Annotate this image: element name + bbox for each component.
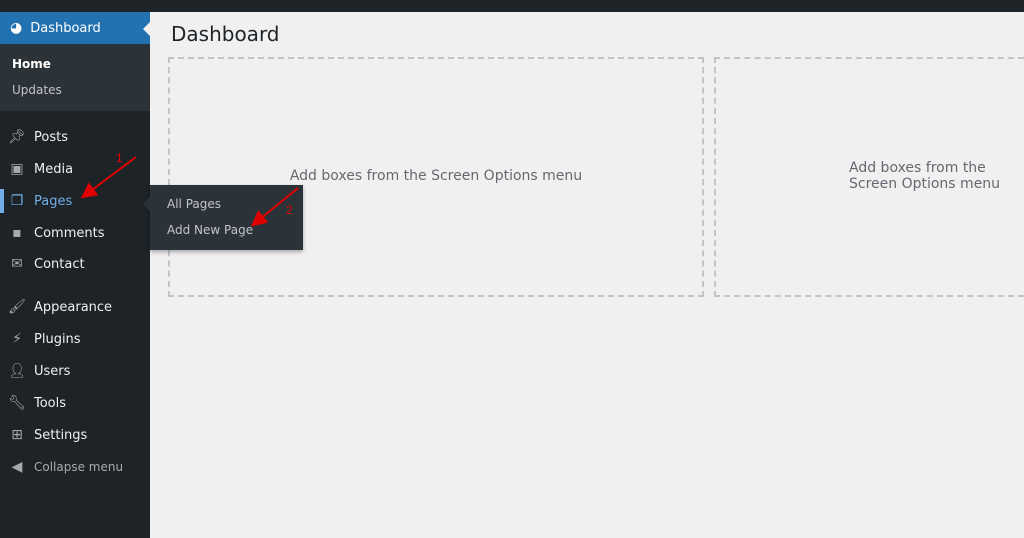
pages-flyout-menu: All Pages Add New Page [143,185,303,250]
media-icon: ▣ [10,161,24,177]
sidebar-item-media[interactable]: ▣ Media [0,155,150,183]
wrench-icon: 🔧︎ [8,395,26,411]
submenu-home[interactable]: Home [12,57,51,71]
sidebar-item-posts[interactable]: 📌︎ Posts [0,123,150,151]
mail-icon: ✉ [11,256,23,272]
settings-icon: ⊞ [11,427,23,443]
collapse-arrow-icon: ◀ [11,459,23,475]
sidebar-item-plugins[interactable]: ⚡︎ Plugins [0,325,150,353]
submenu-updates[interactable]: Updates [12,83,62,97]
admin-bar [0,0,1024,12]
page-title: Dashboard [171,22,280,46]
sidebar-item-settings[interactable]: ⊞ Settings [0,421,150,449]
dashboard-widget-placeholder: Add boxes from the Screen Options menu [168,57,704,297]
sidebar-item-users[interactable]: 👤︎ Users [0,357,150,385]
user-icon: 👤︎ [8,363,26,379]
collapse-menu-button[interactable]: ◀ Collapse menu [0,453,150,481]
sidebar-item-dashboard[interactable]: ◕ Dashboard [0,12,150,44]
pin-icon: 📌︎ [8,129,26,145]
sidebar-item-pages[interactable]: ❐ Pages [0,187,150,215]
pages-icon: ❐ [10,193,24,209]
dashboard-gauge-icon: ◕ [10,20,23,36]
sidebar-item-tools[interactable]: 🔧︎ Tools [0,389,150,417]
brush-icon: 🖌︎ [8,299,26,315]
sidebar-item-contact[interactable]: ✉ Contact [0,250,150,278]
flyout-add-new-page[interactable]: Add New Page [167,223,253,237]
comment-icon: ▪ [12,225,22,241]
flyout-all-pages[interactable]: All Pages [167,197,221,211]
plugin-icon: ⚡︎ [12,331,22,347]
admin-sidebar: ◕ Dashboard Home Updates 📌︎ Posts ▣ Media … [0,0,150,538]
dashboard-submenu: Home Updates [0,44,150,111]
sidebar-item-appearance[interactable]: 🖌︎ Appearance [0,293,150,321]
dashboard-widget-placeholder: Add boxes from the Screen Options menu [714,57,1024,297]
sidebar-item-comments[interactable]: ▪ Comments [0,219,150,247]
